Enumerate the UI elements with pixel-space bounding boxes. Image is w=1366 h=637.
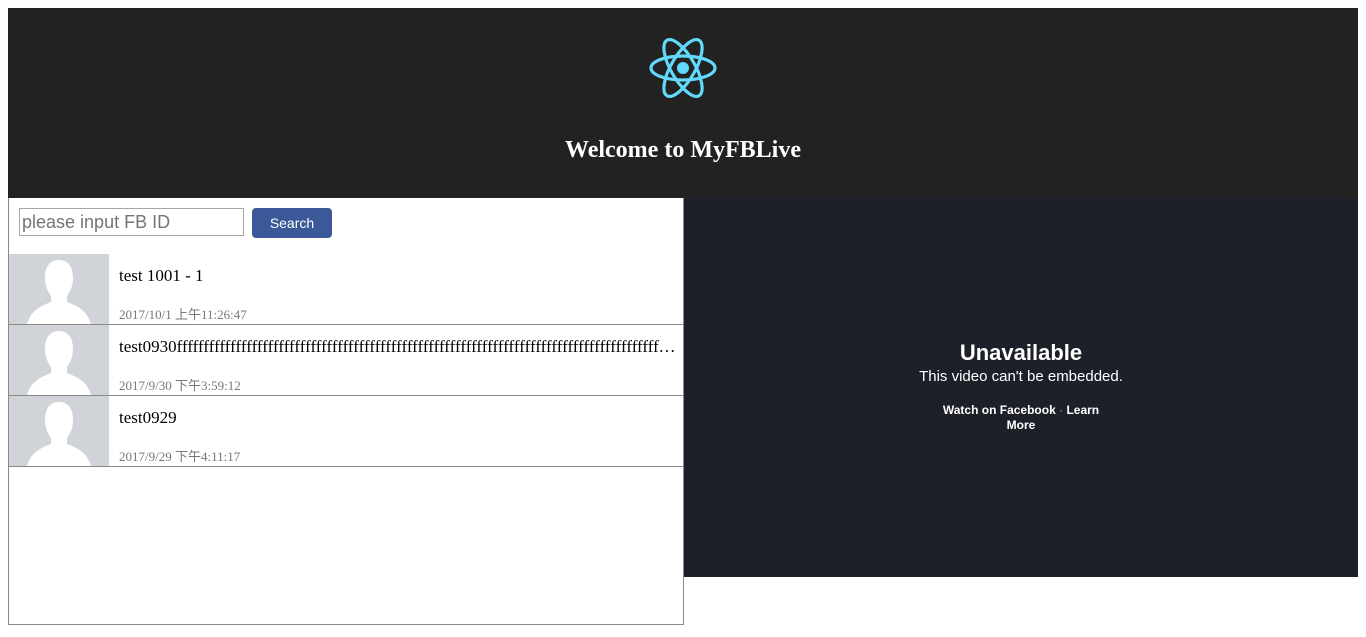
video-title: test0930ffffffffffffffffffffffffffffffff… <box>119 337 679 356</box>
list-item[interactable]: test 1001 - 1 2017/10/1 上午11:26:47 <box>9 254 683 325</box>
player-error-message: This video can't be embedded. <box>919 368 1123 385</box>
fb-id-search-input[interactable] <box>19 208 244 236</box>
default-profile-silhouette-icon <box>9 325 109 395</box>
list-item[interactable]: test0930ffffffffffffffffffffffffffffffff… <box>9 325 683 396</box>
video-timestamp: 2017/9/30 下午3:59:12 <box>119 378 241 393</box>
avatar <box>9 325 109 395</box>
video-player[interactable]: Unavailable This video can't be embedded… <box>684 198 1358 577</box>
page-title: Welcome to MyFBLive <box>565 137 801 163</box>
video-list: test 1001 - 1 2017/10/1 上午11:26:47 test0… <box>9 254 683 467</box>
player-error-title: Unavailable <box>959 340 1083 365</box>
list-item[interactable]: test0929 2017/9/29 下午4:11:17 <box>9 396 683 467</box>
default-profile-silhouette-icon <box>9 254 109 324</box>
app-header: Welcome to MyFBLive <box>8 8 1358 198</box>
search-button[interactable]: Search <box>252 208 332 238</box>
video-timestamp: 2017/9/29 下午4:11:17 <box>119 449 241 464</box>
default-profile-silhouette-icon <box>9 396 109 466</box>
video-title: test 1001 - 1 <box>119 266 204 285</box>
avatar <box>9 396 109 466</box>
avatar <box>9 254 109 324</box>
player-links: Watch on Facebook · Learn More <box>934 403 1108 433</box>
link-separator: · <box>1059 403 1064 417</box>
video-timestamp: 2017/10/1 上午11:26:47 <box>119 307 247 322</box>
video-list-panel: Search test 1001 - 1 2017/10/1 上午11:26:4… <box>8 198 684 625</box>
video-title: test0929 <box>119 408 177 427</box>
react-logo-icon <box>649 38 717 98</box>
watch-on-facebook-link[interactable]: Watch on Facebook <box>943 403 1056 417</box>
